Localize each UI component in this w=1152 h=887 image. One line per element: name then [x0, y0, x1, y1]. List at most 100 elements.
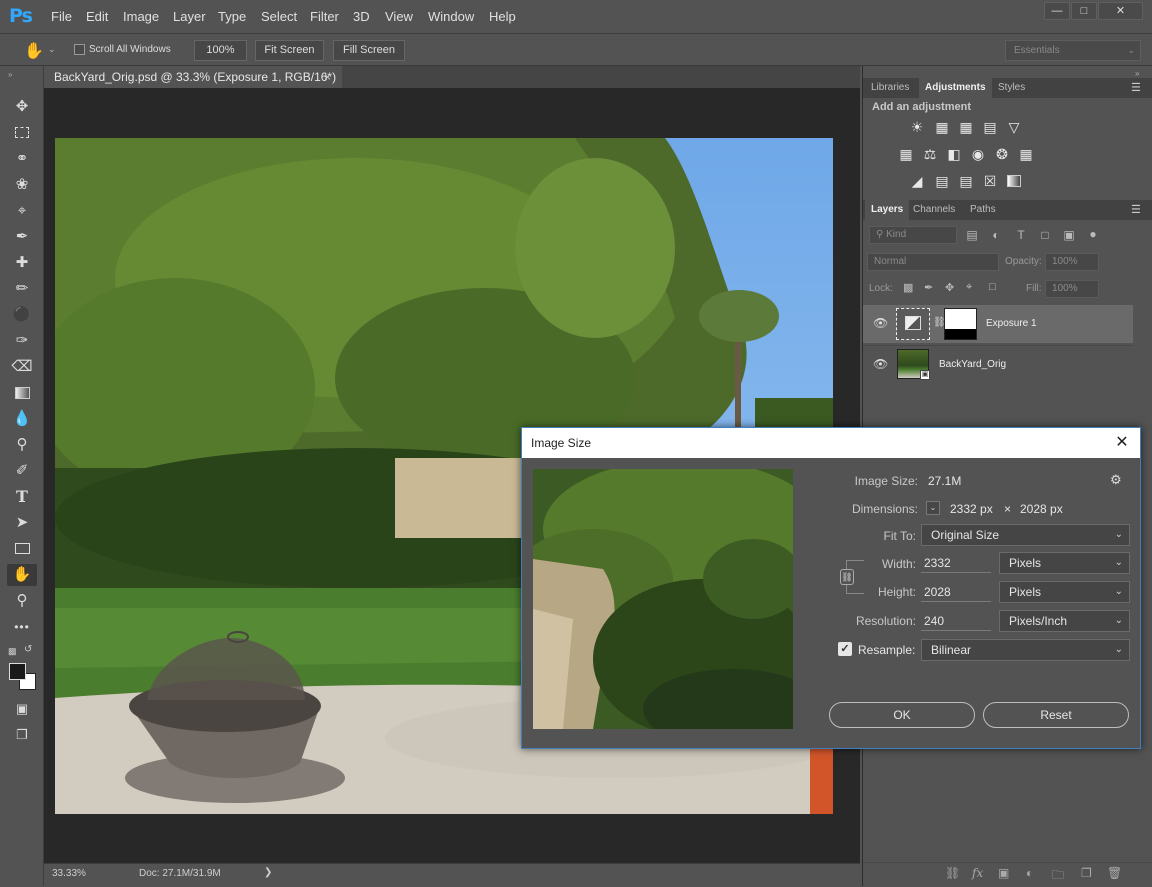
- selective-color-icon[interactable]: ☒: [981, 173, 999, 189]
- delete-layer-icon[interactable]: 🗑: [1107, 866, 1122, 880]
- swap-colors-icon[interactable]: ↺: [24, 644, 32, 655]
- collapse-panels-icon[interactable]: »: [1135, 69, 1139, 78]
- layer-visibility-eye-icon[interactable]: 👁: [873, 316, 888, 330]
- brightness-contrast-icon[interactable]: ☀: [908, 119, 926, 135]
- constrain-proportions-link-icon[interactable]: ⛓: [840, 569, 854, 585]
- quick-selection-tool-icon[interactable]: ❀: [10, 174, 34, 196]
- filter-shape-icon[interactable]: □: [1036, 227, 1054, 243]
- hand-tool-icon[interactable]: ✋: [24, 41, 44, 61]
- gradient-map-icon[interactable]: [1005, 173, 1023, 189]
- lock-position-icon[interactable]: ✥: [945, 281, 954, 294]
- document-tab-close-icon[interactable]: ×: [324, 66, 331, 88]
- close-window-button[interactable]: ✕: [1098, 2, 1143, 20]
- status-menu-arrow-icon[interactable]: ❯: [264, 867, 272, 878]
- new-layer-icon[interactable]: ❐: [1081, 866, 1092, 880]
- rectangle-tool-icon[interactable]: [10, 538, 34, 560]
- document-tab[interactable]: BackYard_Orig.psd @ 33.3% (Exposure 1, R…: [44, 66, 342, 88]
- tab-styles[interactable]: Styles: [992, 78, 1031, 98]
- hand-tool-active-icon[interactable]: ✋: [7, 564, 37, 586]
- tab-libraries[interactable]: Libraries: [865, 78, 915, 98]
- menu-image[interactable]: Image: [123, 9, 159, 24]
- opacity-input[interactable]: 100%: [1045, 253, 1099, 271]
- hue-saturation-icon[interactable]: ▦: [897, 146, 915, 162]
- layer-row-exposure[interactable]: 👁 ⛓ Exposure 1: [863, 305, 1133, 343]
- quick-mask-icon[interactable]: ▣: [10, 698, 34, 720]
- adjustments-panel-menu-icon[interactable]: ☰: [1131, 81, 1141, 94]
- invert-icon[interactable]: ◢: [908, 173, 926, 189]
- curves-icon[interactable]: ▦: [957, 119, 975, 135]
- menu-3d[interactable]: 3D: [353, 9, 370, 24]
- scroll-all-windows-checkbox[interactable]: [74, 44, 85, 55]
- settings-gear-icon[interactable]: ⚙: [1110, 472, 1122, 488]
- menu-help[interactable]: Help: [489, 9, 516, 24]
- resample-checkbox[interactable]: ✓: [838, 642, 852, 656]
- brush-tool-icon[interactable]: ✏: [10, 278, 34, 300]
- tool-preset-chevron-icon[interactable]: ⌄: [48, 44, 56, 55]
- width-unit-select[interactable]: Pixels ⌄: [999, 552, 1130, 574]
- add-mask-icon[interactable]: ▣: [998, 866, 1009, 880]
- photo-filter-icon[interactable]: ◉: [969, 146, 987, 162]
- layer-visibility-eye-icon[interactable]: 👁: [873, 357, 888, 371]
- lock-transparent-icon[interactable]: ▩: [903, 281, 913, 294]
- eyedropper-tool-icon[interactable]: ✒: [10, 226, 34, 248]
- history-brush-tool-icon[interactable]: ✑: [10, 330, 34, 352]
- reset-button[interactable]: Reset: [983, 702, 1129, 728]
- lock-artboard-icon[interactable]: ⌖: [966, 281, 972, 294]
- tab-adjustments[interactable]: Adjustments: [919, 78, 992, 98]
- type-tool-icon[interactable]: T: [10, 486, 34, 508]
- resolution-unit-select[interactable]: Pixels/Inch ⌄: [999, 610, 1130, 632]
- zoom-100-button[interactable]: 100%: [194, 40, 247, 61]
- collapse-toolbar-icon[interactable]: »: [8, 70, 12, 79]
- foreground-black-swatch[interactable]: [9, 663, 26, 680]
- levels-icon[interactable]: ▦: [933, 119, 951, 135]
- threshold-icon[interactable]: ▤: [957, 173, 975, 189]
- layer-mask-thumbnail[interactable]: [944, 308, 977, 340]
- dialog-titlebar[interactable]: Image Size ✕: [522, 428, 1140, 458]
- fit-screen-button[interactable]: Fit Screen: [255, 40, 324, 61]
- layer-style-fx-icon[interactable]: fx: [972, 866, 983, 880]
- width-input[interactable]: 2332: [921, 553, 991, 573]
- tab-layers[interactable]: Layers: [865, 200, 910, 220]
- zoom-level-readout[interactable]: 33.33%: [52, 868, 86, 879]
- posterize-icon[interactable]: ▤: [933, 173, 951, 189]
- eraser-tool-icon[interactable]: ⌫: [10, 356, 34, 378]
- menu-layer[interactable]: Layer: [173, 9, 206, 24]
- layers-panel-menu-icon[interactable]: ☰: [1131, 203, 1141, 216]
- filter-adjustment-icon[interactable]: ◐: [987, 227, 1005, 243]
- blend-mode-select[interactable]: Normal: [867, 253, 999, 271]
- layer-kind-filter[interactable]: ⚲ Kind: [869, 226, 957, 244]
- color-balance-icon[interactable]: ⚖: [921, 146, 939, 162]
- healing-brush-tool-icon[interactable]: ✚: [10, 252, 34, 274]
- tab-channels[interactable]: Channels: [907, 200, 961, 220]
- zoom-tool-icon[interactable]: ⚲: [10, 590, 34, 612]
- layer-row-backyard[interactable]: 👁 ▣ BackYard_Orig: [863, 345, 1133, 383]
- black-white-icon[interactable]: ◧: [945, 146, 963, 162]
- height-unit-select[interactable]: Pixels ⌄: [999, 581, 1130, 603]
- fill-input[interactable]: 100%: [1045, 280, 1099, 298]
- link-layers-icon[interactable]: ⛓: [945, 866, 960, 880]
- menu-file[interactable]: File: [51, 9, 72, 24]
- filter-pixel-icon[interactable]: ▤: [963, 227, 981, 243]
- new-group-icon[interactable]: 🗀: [1052, 866, 1064, 887]
- marquee-tool-icon[interactable]: [10, 122, 34, 144]
- menu-filter[interactable]: Filter: [310, 9, 339, 24]
- screen-mode-icon[interactable]: ❐: [10, 724, 34, 746]
- menu-type[interactable]: Type: [218, 9, 246, 24]
- lasso-tool-icon[interactable]: ⚭: [10, 148, 34, 170]
- ok-button[interactable]: OK: [829, 702, 975, 728]
- workspace-select[interactable]: Essentials ⌄: [1005, 40, 1141, 61]
- filter-type-icon[interactable]: T: [1012, 227, 1030, 243]
- channel-mixer-icon[interactable]: ❂: [993, 146, 1011, 162]
- menu-edit[interactable]: Edit: [86, 9, 108, 24]
- maximize-button[interactable]: □: [1071, 2, 1097, 20]
- menu-window[interactable]: Window: [428, 9, 474, 24]
- fit-to-select[interactable]: Original Size ⌄: [921, 524, 1130, 546]
- blur-tool-icon[interactable]: 💧: [10, 408, 34, 430]
- lock-all-icon[interactable]: □: [989, 281, 996, 293]
- resample-method-select[interactable]: Bilinear ⌄: [921, 639, 1130, 661]
- lock-image-icon[interactable]: ✒: [924, 281, 933, 294]
- minimize-button[interactable]: —: [1044, 2, 1070, 20]
- dimensions-units-dropdown-icon[interactable]: ⌄: [926, 501, 940, 515]
- tab-paths[interactable]: Paths: [964, 200, 1002, 220]
- image-preview[interactable]: [533, 469, 793, 729]
